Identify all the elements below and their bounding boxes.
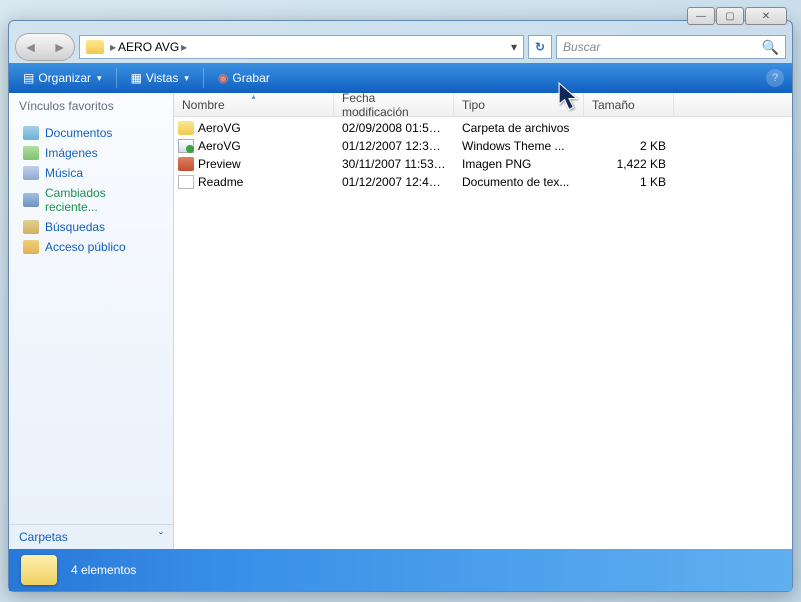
refresh-button[interactable]: ↻	[528, 35, 552, 59]
file-row[interactable]: Preview30/11/2007 11:53 ...Imagen PNG1,4…	[174, 155, 792, 173]
folder-icon	[21, 555, 57, 585]
sort-indicator: ▴	[251, 93, 255, 101]
breadcrumb-sep2[interactable]: ▸	[181, 40, 187, 54]
toolbar: ▤ Organizar ▾ ▦ Vistas ▾ ◉ Grabar ?	[9, 63, 792, 93]
titlebar[interactable]: — ▢ ✕	[9, 21, 792, 31]
status-text: 4 elementos	[71, 563, 136, 577]
content-pane: Nombre ▴ Fecha modificación Tipo Tamaño …	[174, 93, 792, 549]
window-controls: — ▢ ✕	[687, 7, 787, 25]
file-row[interactable]: Readme01/12/2007 12:40 a...Documento de …	[174, 173, 792, 191]
address-dropdown[interactable]: ▾	[511, 40, 517, 54]
file-icon	[178, 157, 194, 171]
column-headers: Nombre ▴ Fecha modificación Tipo Tamaño	[174, 93, 792, 117]
folders-toggle[interactable]: Carpetas ˇ	[9, 524, 173, 549]
column-size[interactable]: Tamaño	[584, 93, 674, 116]
sidebar-item-1[interactable]: Imágenes	[9, 143, 173, 163]
body-area: Vínculos favoritos DocumentosImágenesMús…	[9, 93, 792, 549]
views-icon: ▦	[131, 71, 142, 85]
sidebar-links: DocumentosImágenesMúsicaCambiados recien…	[9, 119, 173, 261]
minimize-button[interactable]: —	[687, 7, 715, 25]
burn-button[interactable]: ◉ Grabar	[212, 68, 276, 88]
organize-icon: ▤	[23, 71, 34, 85]
search-input[interactable]: Buscar 🔍	[556, 35, 786, 59]
sidebar-item-0[interactable]: Documentos	[9, 123, 173, 143]
link-icon	[23, 166, 39, 180]
breadcrumb-sep[interactable]: ▸	[110, 40, 116, 54]
column-name[interactable]: Nombre ▴	[174, 93, 334, 116]
burn-icon: ◉	[218, 71, 228, 85]
organize-button[interactable]: ▤ Organizar ▾	[17, 68, 108, 88]
sidebar-item-3[interactable]: Cambiados reciente...	[9, 183, 173, 217]
link-icon	[23, 240, 39, 254]
file-row[interactable]: AeroVG02/09/2008 01:55 ...Carpeta de arc…	[174, 119, 792, 137]
back-button[interactable]: ◄	[21, 37, 41, 57]
file-icon	[178, 175, 194, 189]
nav-bar: ◄ ► ▸ AERO AVG ▸ ▾ ↻ Buscar 🔍	[9, 31, 792, 63]
status-bar: 4 elementos	[9, 549, 792, 591]
search-icon[interactable]: 🔍	[762, 39, 779, 56]
toolbar-separator	[116, 68, 117, 88]
maximize-button[interactable]: ▢	[716, 7, 744, 25]
file-row[interactable]: AeroVG01/12/2007 12:34 a...Windows Theme…	[174, 137, 792, 155]
address-bar[interactable]: ▸ AERO AVG ▸ ▾	[79, 35, 524, 59]
folder-icon	[86, 40, 104, 54]
column-type[interactable]: Tipo	[454, 93, 584, 116]
link-icon	[23, 193, 39, 207]
chevron-down-icon: ▾	[184, 73, 189, 84]
column-date[interactable]: Fecha modificación	[334, 93, 454, 116]
link-icon	[23, 126, 39, 140]
help-button[interactable]: ?	[766, 69, 784, 87]
sidebar-header: Vínculos favoritos	[9, 93, 173, 119]
search-placeholder: Buscar	[563, 40, 600, 54]
sidebar: Vínculos favoritos DocumentosImágenesMús…	[9, 93, 174, 549]
link-icon	[23, 220, 39, 234]
views-button[interactable]: ▦ Vistas ▾	[125, 68, 195, 88]
breadcrumb-folder[interactable]: AERO AVG	[118, 40, 179, 54]
forward-button[interactable]: ►	[50, 37, 70, 57]
file-icon	[178, 121, 194, 135]
close-button[interactable]: ✕	[745, 7, 787, 25]
sidebar-item-5[interactable]: Acceso público	[9, 237, 173, 257]
chevron-down-icon: ˇ	[159, 530, 163, 544]
sidebar-item-4[interactable]: Búsquedas	[9, 217, 173, 237]
file-list[interactable]: AeroVG02/09/2008 01:55 ...Carpeta de arc…	[174, 117, 792, 549]
chevron-down-icon: ▾	[97, 73, 102, 84]
file-icon	[178, 139, 194, 153]
link-icon	[23, 146, 39, 160]
sidebar-item-2[interactable]: Música	[9, 163, 173, 183]
toolbar-separator	[203, 68, 204, 88]
nav-arrows: ◄ ►	[15, 33, 75, 61]
explorer-window: — ▢ ✕ ◄ ► ▸ AERO AVG ▸ ▾ ↻ Buscar 🔍 ▤ Or…	[8, 20, 793, 592]
